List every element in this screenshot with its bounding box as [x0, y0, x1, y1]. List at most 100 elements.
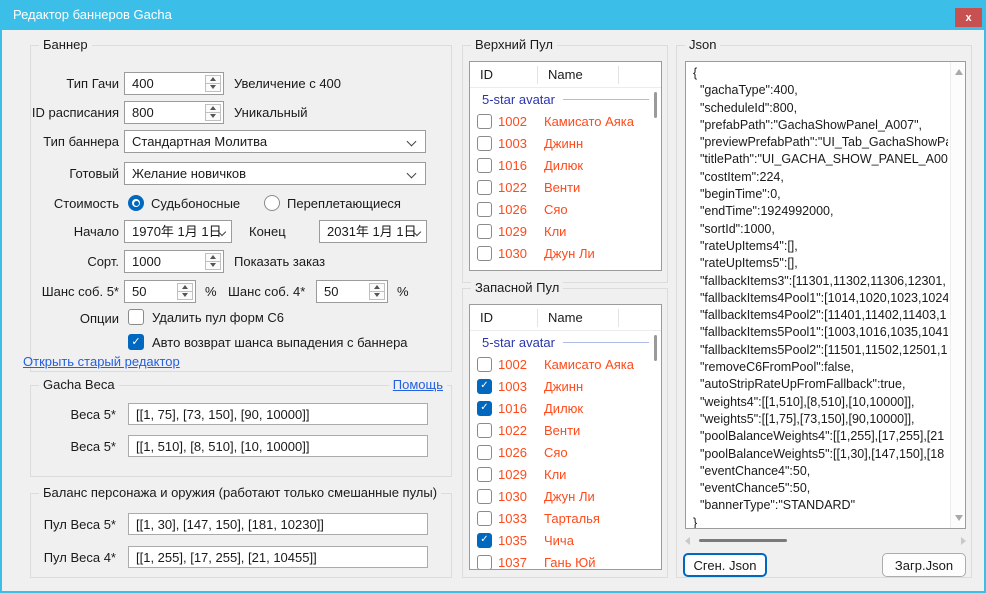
pool-row[interactable]: ✓ 1016 Дилюк [470, 154, 661, 176]
pool-weights4-input[interactable]: [[1, 255], [17, 255], [21, 10455]] [128, 546, 428, 568]
row-id: 1026 [498, 202, 544, 217]
row-id: 1029 [498, 224, 544, 239]
balance-group: Баланс персонажа и оружия (работают толь… [30, 493, 452, 578]
scroll-down-icon[interactable] [955, 515, 963, 521]
row-checkbox[interactable]: ✓ [477, 555, 492, 570]
pool-row[interactable]: ✓ 1029 Кли [470, 463, 661, 485]
spin-up-icon[interactable] [178, 284, 192, 292]
row-checkbox[interactable]: ✓ [477, 357, 492, 372]
sort-spinner[interactable] [205, 253, 221, 270]
row-checkbox[interactable]: ✓ [477, 180, 492, 195]
row-checkbox[interactable]: ✓ [477, 489, 492, 504]
cost-radio-intertwined[interactable] [264, 195, 280, 211]
spin-down-icon[interactable] [206, 113, 220, 121]
sort-input[interactable]: 1000 [124, 250, 224, 273]
end-date-value: 2031年 1月 1日 [327, 221, 417, 242]
preset-value: Желание новичков [132, 163, 246, 184]
title-bar[interactable]: Редактор баннеров Gacha x [0, 0, 986, 30]
row-checkbox[interactable]: ✓ [477, 246, 492, 261]
row-checkbox[interactable]: ✓ [477, 158, 492, 173]
scroll-right-icon[interactable] [961, 537, 966, 545]
pool-row[interactable]: ✓ 1016 Дилюк [470, 397, 661, 419]
reserve-pool-title: Запасной Пул [471, 280, 563, 295]
pool-row[interactable]: ✓ 1026 Сяо [470, 198, 661, 220]
horizontal-scrollbar[interactable] [685, 535, 966, 547]
pool-row[interactable]: ✓ 1030 Джун Ли [470, 485, 661, 507]
scrollbar-thumb[interactable] [654, 335, 657, 361]
pool-row[interactable]: ✓ 1026 Сяо [470, 441, 661, 463]
row-checkbox[interactable]: ✓ [477, 445, 492, 460]
row-checkbox[interactable]: ✓ [477, 136, 492, 151]
row-checkbox[interactable]: ✓ [477, 379, 492, 394]
gacha-type-input[interactable]: 400 [124, 72, 224, 95]
banner-type-select[interactable]: Стандартная Молитва [124, 130, 426, 153]
spin-up-icon[interactable] [370, 284, 384, 292]
json-textarea[interactable]: { "gachaType":400, "scheduleId":800, "pr… [685, 61, 966, 529]
scrollbar-thumb[interactable] [654, 92, 657, 118]
row-checkbox[interactable]: ✓ [477, 533, 492, 548]
schedule-id-spinner[interactable] [205, 104, 221, 121]
end-date-picker[interactable]: 2031年 1月 1日 [319, 220, 427, 243]
spin-up-icon[interactable] [206, 76, 220, 84]
generate-json-button[interactable]: Сген. Json [683, 553, 767, 577]
pool-row[interactable]: ✓ 1002 Камисато Аяка [470, 353, 661, 375]
weights4-input[interactable]: [[1, 510], [8, 510], [10, 10000]] [128, 435, 428, 457]
row-checkbox[interactable]: ✓ [477, 202, 492, 217]
banner-group-title: Баннер [39, 37, 92, 52]
row-checkbox[interactable]: ✓ [477, 423, 492, 438]
schedule-id-input[interactable]: 800 [124, 101, 224, 124]
list-header: ID Name [470, 62, 661, 88]
chance4-input[interactable]: 50 [316, 280, 388, 303]
row-id: 1002 [498, 114, 544, 129]
open-old-editor-link[interactable]: Открыть старый редактор [23, 354, 180, 369]
options-label: Опции [31, 307, 119, 330]
row-checkbox[interactable]: ✓ [477, 511, 492, 526]
vertical-scrollbar[interactable] [950, 62, 965, 528]
pool-row[interactable]: ✓ 1029 Кли [470, 220, 661, 242]
weights5-input[interactable]: [[1, 75], [73, 150], [90, 10000]] [128, 403, 428, 425]
preset-select[interactable]: Желание новичков [124, 162, 426, 185]
pool-row[interactable]: ✓ 1035 Чича [470, 529, 661, 551]
row-name: Джинн [544, 379, 661, 394]
row-checkbox[interactable]: ✓ [477, 467, 492, 482]
remove-c6-checkbox[interactable]: ✓ [128, 309, 144, 325]
pool-row[interactable]: ✓ 1037 Гань Юй [470, 551, 661, 570]
scroll-up-icon[interactable] [955, 69, 963, 75]
row-checkbox[interactable]: ✓ [477, 114, 492, 129]
pool-row[interactable]: ✓ 1003 Джинн [470, 375, 661, 397]
auto-return-checkbox[interactable]: ✓ [128, 334, 144, 350]
row-id: 1029 [498, 467, 544, 482]
chevron-down-icon [407, 169, 417, 179]
spin-up-icon[interactable] [206, 254, 220, 262]
begin-date-picker[interactable]: 1970年 1月 1日 [124, 220, 232, 243]
row-checkbox[interactable]: ✓ [477, 401, 492, 416]
spin-down-icon[interactable] [206, 84, 220, 92]
row-checkbox[interactable]: ✓ [477, 224, 492, 239]
row-name: Камисато Аяка [544, 357, 661, 372]
chance5-input[interactable]: 50 [124, 280, 196, 303]
pool-row[interactable]: ✓ 1003 Джинн [470, 132, 661, 154]
chance5-spinner[interactable] [177, 283, 193, 300]
load-json-button[interactable]: Загр.Json [882, 553, 966, 577]
upper-pool-list[interactable]: ID Name 5-star avatar ✓ 1002 Камисато Ая… [469, 61, 662, 271]
pool-row[interactable]: ✓ 1002 Камисато Аяка [470, 110, 661, 132]
pool-row[interactable]: ✓ 1033 Тарталья [470, 507, 661, 529]
scroll-left-icon[interactable] [685, 537, 690, 545]
pool-row[interactable]: ✓ 1022 Венти [470, 176, 661, 198]
spin-down-icon[interactable] [206, 262, 220, 270]
close-button[interactable]: x [955, 8, 982, 27]
cost-radio-fate[interactable] [128, 195, 144, 211]
spin-up-icon[interactable] [206, 105, 220, 113]
spin-down-icon[interactable] [178, 292, 192, 300]
hscroll-thumb[interactable] [699, 539, 787, 542]
row-id: 1016 [498, 158, 544, 173]
chevron-down-icon [407, 137, 417, 147]
chance4-spinner[interactable] [369, 283, 385, 300]
pool-weights5-input[interactable]: [[1, 30], [147, 150], [181, 10230]] [128, 513, 428, 535]
spin-down-icon[interactable] [370, 292, 384, 300]
pool-row[interactable]: ✓ 1030 Джун Ли [470, 242, 661, 264]
pool-row[interactable]: ✓ 1022 Венти [470, 419, 661, 441]
reserve-pool-list[interactable]: ID Name 5-star avatar ✓ 1002 Камисато Ая… [469, 304, 662, 570]
help-link[interactable]: Помощь [393, 377, 443, 392]
gacha-type-spinner[interactable] [205, 75, 221, 92]
